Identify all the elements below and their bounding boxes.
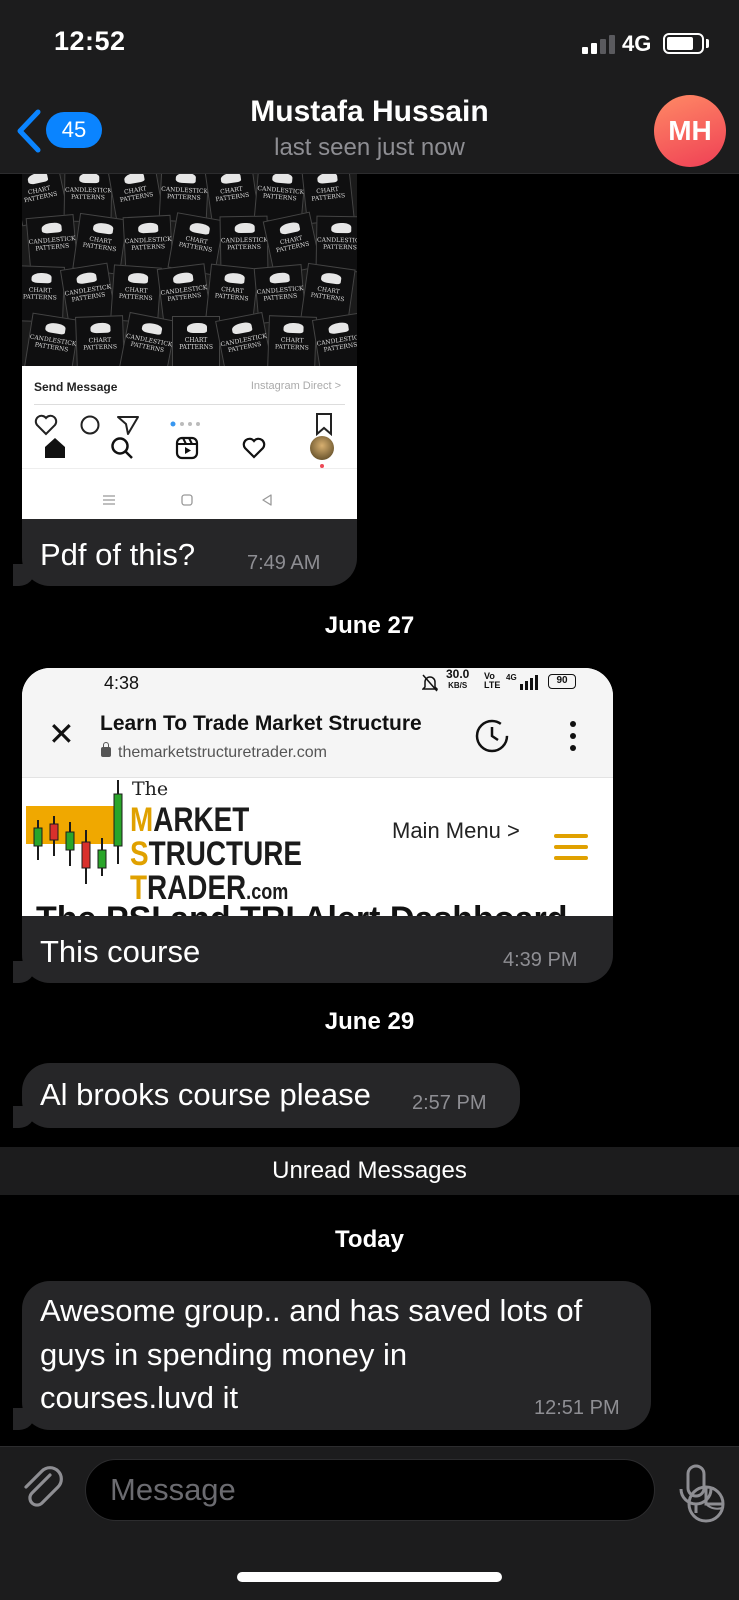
- bubble-tail: [13, 564, 35, 586]
- home-icon: [45, 438, 65, 458]
- bookmark-icon: [316, 413, 332, 436]
- page-title: Learn To Trade Market Structure: [100, 712, 422, 735]
- candlestick-logo-icon: [26, 780, 123, 884]
- chat-header: 12:52 4G 45 Mustafa Hussain last seen ju…: [0, 0, 739, 174]
- message-time: 12:51 PM: [534, 1397, 620, 1419]
- reels-icon: [175, 436, 199, 460]
- date-separator: June 27: [324, 612, 415, 639]
- collage-card: CANDLESTICK PATTERNS: [122, 214, 174, 274]
- date-separator: Today: [335, 1226, 404, 1253]
- logo-initial-m: M: [130, 801, 154, 839]
- android-home-icon: [181, 494, 193, 506]
- logo-line-structure: STRUCTURE: [130, 836, 302, 872]
- logo-line-market: MARKET: [130, 802, 249, 838]
- contact-avatar[interactable]: MH: [654, 95, 726, 167]
- logo-rest-structure: TRUCTURE: [148, 835, 302, 873]
- android-back-icon: [262, 494, 272, 506]
- bubble-tail: [13, 1106, 35, 1128]
- share-icon: [117, 416, 139, 435]
- logo-rest-market: ARKET: [153, 801, 250, 839]
- message-time: 7:49 AM: [247, 552, 321, 574]
- page-url: themarketstructuretrader.com: [118, 744, 327, 761]
- collage-card: CANDLESTICK PATTERNS: [311, 312, 357, 366]
- close-icon: ✕: [48, 716, 75, 752]
- android-menu-icon: [103, 495, 115, 505]
- divider: [22, 468, 357, 469]
- attach-paperclip-icon[interactable]: [20, 1465, 66, 1513]
- collage-card: CHART PATTERNS: [172, 316, 220, 366]
- mute-bell-icon: [422, 674, 438, 692]
- message-time: 2:57 PM: [412, 1092, 487, 1114]
- message-text: This course: [40, 934, 201, 969]
- cut-off-heading: The PSI and TRI Alert Dashboard: [36, 900, 567, 916]
- lock-icon: [101, 742, 111, 757]
- message-text: Pdf of this?: [40, 537, 196, 572]
- chat-title[interactable]: Mustafa Hussain: [0, 95, 739, 129]
- history-icon: [475, 719, 509, 753]
- carousel-dots-icon: [170, 421, 200, 427]
- comment-icon: [80, 415, 100, 435]
- message-text-line: Awesome group.. and has saved lots of: [40, 1293, 583, 1328]
- logo-the: The: [132, 778, 169, 800]
- date-separator: June 29: [324, 1008, 415, 1035]
- shared-image-browser[interactable]: 4:38 30.0 KB/S Vo LTE 4G 90 ✕ Learn To Tr…: [22, 668, 613, 916]
- home-indicator[interactable]: [237, 1572, 502, 1582]
- signal-4g-icon: 4G: [506, 673, 538, 690]
- cellular-signal-icon: [582, 34, 618, 54]
- net-speed: 30.0 KB/S: [446, 668, 470, 691]
- screenshot-status-bar: 4:38 30.0 KB/S Vo LTE 4G 90: [22, 668, 613, 704]
- message-field: [85, 1459, 725, 1523]
- volte-icon: Vo LTE: [484, 671, 501, 690]
- activity-heart-icon: [242, 437, 266, 459]
- bubble-tail: [13, 1408, 35, 1430]
- svg-text:4G: 4G: [506, 673, 517, 682]
- message-text-line: courses.luvd it: [40, 1380, 239, 1415]
- main-menu-link: Main Menu >: [392, 818, 520, 843]
- bubble-tail: [13, 961, 35, 983]
- logo-initial-s: S: [130, 835, 149, 873]
- ig-instagram-direct: Instagram Direct >: [250, 380, 341, 392]
- microphone-icon[interactable]: [678, 1463, 714, 1517]
- message-input[interactable]: [110, 1460, 570, 1520]
- message-time: 4:39 PM: [503, 949, 578, 971]
- battery-indicator: 90: [548, 674, 576, 689]
- message-text-line: guys in spending money in: [40, 1337, 408, 1372]
- search-icon: [111, 437, 133, 459]
- divider: [34, 404, 345, 405]
- status-time: 12:52: [54, 26, 126, 56]
- screenshot-time: 4:38: [104, 673, 140, 693]
- ig-send-message: Send Message: [34, 380, 118, 394]
- message-text: Al brooks course please: [40, 1077, 371, 1112]
- net-speed-unit: KB/S: [448, 681, 468, 690]
- battery-icon: [663, 33, 704, 54]
- hamburger-menu-icon: [554, 834, 588, 860]
- collage-card: CHART PATTERNS: [267, 315, 317, 366]
- battery-tip: [706, 39, 709, 48]
- browser-toolbar: ✕ Learn To Trade Market Structure themar…: [22, 704, 613, 778]
- like-icon: [34, 414, 58, 436]
- collage-card: CHART PATTERNS: [75, 315, 125, 366]
- net-speed-value: 30.0: [446, 668, 470, 681]
- unread-messages-divider: Unread Messages: [0, 1147, 739, 1195]
- shared-image-instagram[interactable]: CHART PATTERNS CANDLESTICK PATTERNS CHART …: [22, 174, 357, 519]
- profile-avatar: [310, 436, 334, 460]
- chart-patterns-collage: CHART PATTERNS CANDLESTICK PATTERNS CHART …: [22, 174, 357, 366]
- network-type: 4G: [622, 31, 652, 56]
- more-options-icon: [570, 721, 576, 751]
- collage-card: CANDLESTICK PATTERNS: [119, 311, 177, 366]
- collage-card: CANDLESTICK PATTERNS: [219, 215, 269, 273]
- collage-card: CANDLESTICK PATTERNS: [23, 312, 81, 366]
- last-seen-status: last seen just now: [274, 134, 465, 161]
